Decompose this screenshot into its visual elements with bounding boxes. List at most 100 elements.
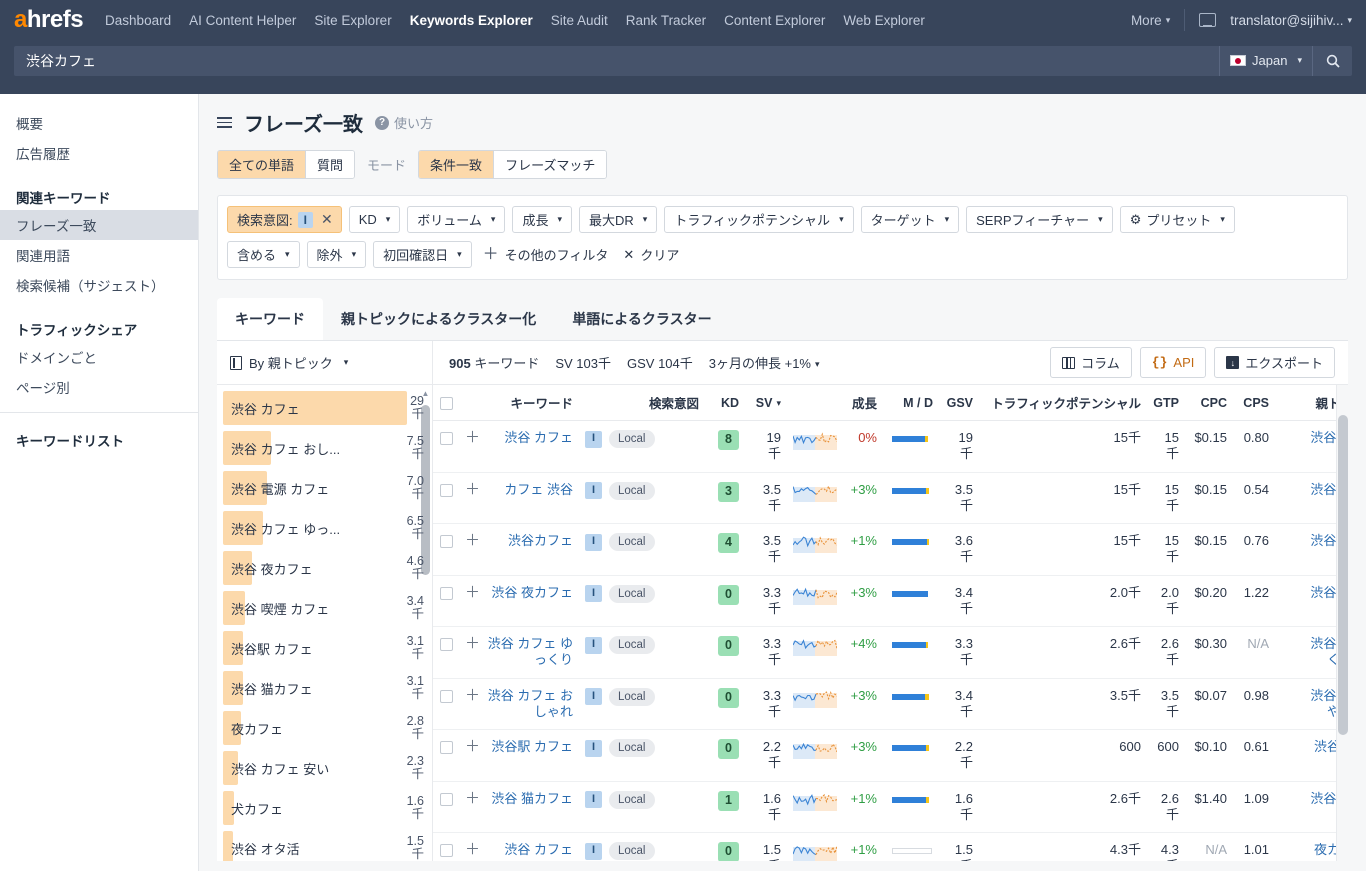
cell-keyword[interactable]: 渋谷 カフェ bbox=[481, 421, 579, 473]
parent-topic-row[interactable]: 渋谷 猫カフェ3.1千 bbox=[217, 668, 432, 708]
table-row[interactable]: ＋渋谷 カフェ ゆっくりILocal03.3千+4%3.3千2.6千2.6千$0… bbox=[433, 627, 1348, 679]
row-checkbox[interactable] bbox=[440, 793, 453, 806]
row-select-cell[interactable] bbox=[433, 421, 459, 473]
header-gsv[interactable]: GSV bbox=[939, 385, 979, 421]
keyword-link[interactable]: カフェ 渋谷 bbox=[504, 482, 573, 497]
row-checkbox[interactable] bbox=[440, 638, 453, 651]
cell-keyword[interactable]: 渋谷 カフェ おしゃれ bbox=[481, 678, 579, 730]
cell-keyword[interactable]: 渋谷 猫カフェ bbox=[481, 781, 579, 833]
more-menu-button[interactable]: More▾ bbox=[1131, 13, 1170, 28]
filter-button-1[interactable]: KD▾ bbox=[349, 206, 401, 233]
parent-topic-row[interactable]: 渋谷 喫煙 カフェ3.4千 bbox=[217, 588, 432, 628]
filter-button-7[interactable]: SERPフィーチャー▾ bbox=[966, 206, 1113, 233]
keyword-link[interactable]: 渋谷 カフェ bbox=[504, 430, 573, 445]
word-mode-option-1[interactable]: 質問 bbox=[305, 151, 354, 178]
table-row[interactable]: ＋カフェ 渋谷ILocal33.5千+3%3.5千15千15千$0.150.54… bbox=[433, 472, 1348, 524]
tab-2[interactable]: 単語によるクラスター bbox=[554, 298, 729, 340]
panel-action-1[interactable]: {}API bbox=[1140, 347, 1207, 378]
nav-link-7[interactable]: Web Explorer bbox=[843, 13, 925, 28]
secondary-filter-button-0[interactable]: 含める▾ bbox=[227, 241, 300, 268]
parent-topic-row[interactable]: 渋谷 オタ活1.5千 bbox=[217, 828, 432, 861]
panel-action-2[interactable]: ↓エクスポート bbox=[1214, 347, 1335, 378]
row-select-cell[interactable] bbox=[433, 833, 459, 862]
secondary-filter-button-1[interactable]: 除外▾ bbox=[307, 241, 367, 268]
tab-1[interactable]: 親トピックによるクラスター化 bbox=[323, 298, 554, 340]
header-traffic-potential[interactable]: トラフィックポテンシャル bbox=[979, 385, 1147, 421]
row-select-cell[interactable] bbox=[433, 627, 459, 679]
select-all-checkbox[interactable] bbox=[440, 397, 453, 410]
row-add-cell[interactable]: ＋ bbox=[459, 524, 481, 576]
user-account-menu[interactable]: translator@sijihiv...▾ bbox=[1230, 13, 1352, 28]
cell-keyword[interactable]: カフェ 渋谷 bbox=[481, 472, 579, 524]
word-mode-toggle-group[interactable]: 全ての単語質問 bbox=[217, 150, 355, 179]
add-keyword-icon[interactable]: ＋ bbox=[465, 841, 480, 858]
match-mode-option-0[interactable]: 条件一致 bbox=[419, 151, 493, 178]
nav-link-2[interactable]: Site Explorer bbox=[314, 13, 391, 28]
table-row[interactable]: ＋渋谷駅 カフェILocal02.2千+3%2.2千600600$0.100.6… bbox=[433, 730, 1348, 782]
keyword-link[interactable]: 渋谷 夜カフェ bbox=[491, 585, 573, 600]
sidebar-item-7[interactable]: ドメインごと bbox=[0, 342, 198, 372]
add-keyword-icon[interactable]: ＋ bbox=[465, 635, 480, 652]
parent-topic-row[interactable]: 渋谷 カフェ ゆっ...6.5千 bbox=[217, 508, 432, 548]
header-cps[interactable]: CPS bbox=[1233, 385, 1275, 421]
hamburger-icon[interactable] bbox=[217, 117, 232, 128]
parent-topic-row[interactable]: 渋谷 夜カフェ4.6千 bbox=[217, 548, 432, 588]
table-row[interactable]: ＋渋谷 カフェ おしゃれILocal03.3千+3%3.4千3.5千3.5千$0… bbox=[433, 678, 1348, 730]
header-kd[interactable]: KD bbox=[705, 385, 745, 421]
table-row[interactable]: ＋渋谷 カフェILocal01.5千+1%1.5千4.3千4.3千N/A1.01… bbox=[433, 833, 1348, 862]
filter-button-8[interactable]: ⚙プリセット▾ bbox=[1120, 206, 1235, 233]
cell-keyword[interactable]: 渋谷 カフェ bbox=[481, 833, 579, 862]
search-input[interactable] bbox=[24, 52, 1209, 70]
header-intent[interactable]: 検索意図 bbox=[579, 385, 705, 421]
filter-button-6[interactable]: ターゲット▾ bbox=[861, 206, 960, 233]
row-add-cell[interactable]: ＋ bbox=[459, 833, 481, 862]
ahrefs-logo[interactable]: ahrefs bbox=[14, 8, 83, 32]
table-scrollbar[interactable] bbox=[1336, 385, 1348, 861]
word-mode-option-0[interactable]: 全ての単語 bbox=[218, 151, 305, 178]
row-checkbox[interactable] bbox=[440, 432, 453, 445]
cell-keyword[interactable]: 渋谷 夜カフェ bbox=[481, 575, 579, 627]
parent-topic-row[interactable]: 犬カフェ1.6千 bbox=[217, 788, 432, 828]
row-checkbox[interactable] bbox=[440, 535, 453, 548]
parent-topic-row[interactable]: 夜カフェ2.8千 bbox=[217, 708, 432, 748]
sidebar-item-5[interactable]: 検索候補（サジェスト） bbox=[0, 270, 198, 300]
sidebar-item-1[interactable]: 広告履歴 bbox=[0, 138, 198, 168]
monitor-icon[interactable] bbox=[1199, 13, 1216, 27]
row-checkbox[interactable] bbox=[440, 844, 453, 857]
row-checkbox[interactable] bbox=[440, 741, 453, 754]
sidebar-item-0[interactable]: 概要 bbox=[0, 108, 198, 138]
country-selector[interactable]: Japan ▾ bbox=[1219, 46, 1312, 76]
select-all-header[interactable] bbox=[433, 385, 459, 421]
keyword-link[interactable]: 渋谷 猫カフェ bbox=[491, 791, 573, 806]
filter-button-4[interactable]: 最大DR▾ bbox=[579, 206, 657, 233]
filter-button-2[interactable]: ボリューム▾ bbox=[407, 206, 505, 233]
row-add-cell[interactable]: ＋ bbox=[459, 678, 481, 730]
add-keyword-icon[interactable]: ＋ bbox=[465, 687, 480, 704]
header-md[interactable]: M / D bbox=[883, 385, 939, 421]
header-gtp[interactable]: GTP bbox=[1147, 385, 1185, 421]
header-keyword[interactable]: キーワード bbox=[481, 385, 579, 421]
secondary-filter-button-2[interactable]: 初回確認日▾ bbox=[373, 241, 472, 268]
row-checkbox[interactable] bbox=[440, 484, 453, 497]
add-keyword-icon[interactable]: ＋ bbox=[465, 429, 480, 446]
parent-topic-row[interactable]: 渋谷 カフェ 安い2.3千 bbox=[217, 748, 432, 788]
keyword-link[interactable]: 渋谷 カフェ bbox=[504, 842, 573, 857]
cell-keyword[interactable]: 渋谷 カフェ ゆっくり bbox=[481, 627, 579, 679]
sidebar-item-4[interactable]: 関連用語 bbox=[0, 240, 198, 270]
row-checkbox[interactable] bbox=[440, 587, 453, 600]
row-select-cell[interactable] bbox=[433, 575, 459, 627]
sidebar-head-keyword-lists[interactable]: キーワードリスト bbox=[0, 423, 198, 453]
row-select-cell[interactable] bbox=[433, 678, 459, 730]
row-select-cell[interactable] bbox=[433, 472, 459, 524]
close-icon[interactable]: ✕ bbox=[318, 211, 336, 228]
keyword-link[interactable]: 渋谷駅 カフェ bbox=[491, 739, 573, 754]
tab-0[interactable]: キーワード bbox=[217, 298, 323, 340]
keyword-link[interactable]: 渋谷カフェ bbox=[508, 533, 573, 548]
parent-topic-row[interactable]: 渋谷 電源 カフェ7.0千 bbox=[217, 468, 432, 508]
add-keyword-icon[interactable]: ＋ bbox=[465, 532, 480, 549]
by-parent-topic-dropdown[interactable]: By 親トピック ▾ bbox=[217, 341, 433, 384]
cell-keyword[interactable]: 渋谷駅 カフェ bbox=[481, 730, 579, 782]
parent-topic-row[interactable]: 渋谷 カフェ29千 bbox=[217, 388, 432, 428]
scrollbar-thumb[interactable] bbox=[1338, 415, 1348, 735]
nav-link-1[interactable]: AI Content Helper bbox=[189, 13, 296, 28]
